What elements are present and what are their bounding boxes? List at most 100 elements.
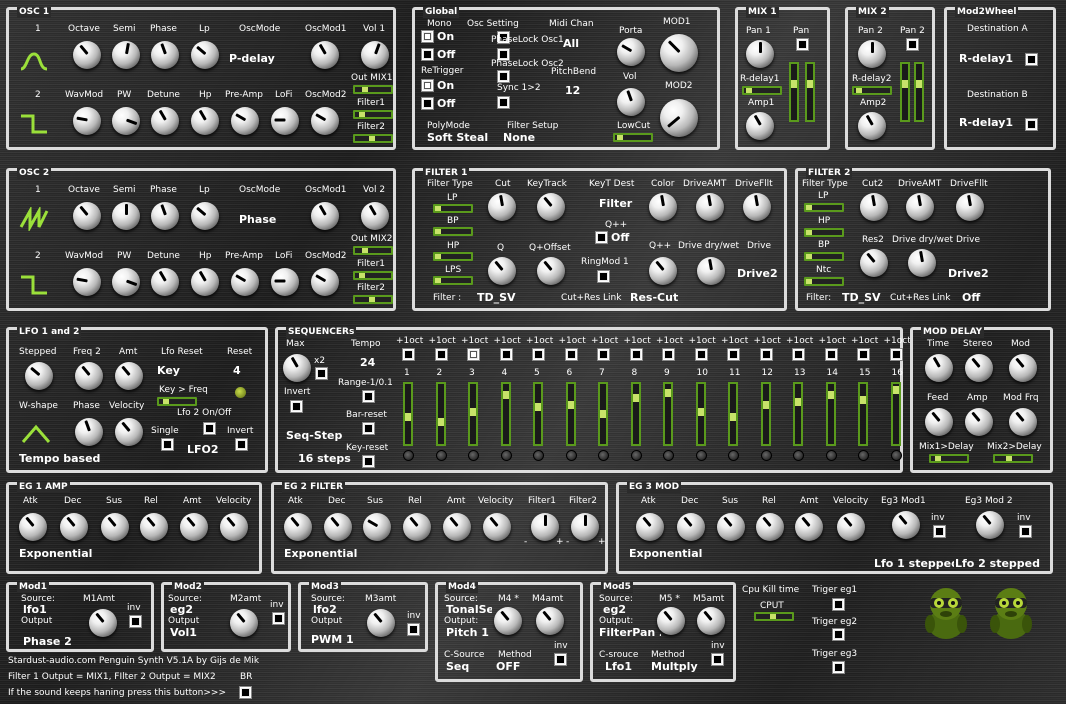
delay-mix1-slider[interactable]: [929, 454, 969, 463]
osc2-oscmod1-knob[interactable]: [311, 202, 339, 230]
eg1-velocity-knob[interactable]: [220, 513, 248, 541]
eg3-mod2-dest-value[interactable]: Lfo 2 stepped: [955, 557, 1043, 570]
filter1-keytrack-knob[interactable]: [537, 193, 565, 221]
filter1-lp-slider[interactable]: [433, 204, 473, 213]
seq-oct-button[interactable]: [759, 348, 773, 361]
seq-step-slider[interactable]: [858, 382, 868, 446]
seq-step-slider[interactable]: [890, 382, 901, 446]
filter1-hp-slider[interactable]: [433, 252, 473, 261]
seq-oct-button[interactable]: [824, 348, 838, 361]
seq-step-slider[interactable]: [565, 382, 576, 446]
filter1-qpp-button[interactable]: [595, 231, 608, 244]
filter1-ringmod-button[interactable]: [597, 270, 610, 283]
eg3-velocity-knob[interactable]: [837, 513, 865, 541]
filter2-cut2-knob[interactable]: [860, 193, 888, 221]
seq-keyreset-button[interactable]: [362, 455, 375, 468]
mix2-level-meter-left[interactable]: [900, 62, 910, 122]
mix2-pan2-knob[interactable]: [858, 40, 886, 68]
mod2-wheel-knob[interactable]: [660, 99, 698, 137]
osc1-oscmod2-knob[interactable]: [311, 107, 339, 135]
eg3-amt-knob[interactable]: [795, 513, 823, 541]
osc1-semi-knob[interactable]: [112, 41, 140, 69]
filter1-drive-value[interactable]: Drive2: [737, 267, 778, 280]
seq-step-slider[interactable]: [663, 382, 673, 446]
eg1-sus-knob[interactable]: [101, 513, 129, 541]
triangle-wave-icon[interactable]: [21, 422, 51, 446]
filter2-drivedw-knob[interactable]: [908, 249, 936, 277]
filter2-filter-value[interactable]: TD_SV: [842, 291, 881, 304]
dest-a-value[interactable]: R-delay1: [959, 52, 1013, 65]
mix1-pan1-knob[interactable]: [746, 40, 774, 68]
lfo-invert-button[interactable]: [235, 438, 248, 451]
seq-invert-button[interactable]: [290, 400, 303, 413]
mod4-source-value[interactable]: TonalSe: [446, 603, 492, 616]
seq-range-button[interactable]: [362, 390, 375, 403]
mix1-rdelay-slider[interactable]: [742, 86, 782, 95]
midi-chan-value[interactable]: All: [563, 37, 579, 50]
reset-sound-button[interactable]: [239, 686, 252, 699]
filter1-qpp2-knob[interactable]: [649, 257, 677, 285]
osc1-hp-knob[interactable]: [191, 107, 219, 135]
lfo-velocity-knob[interactable]: [115, 418, 143, 446]
osc1-lofi-knob[interactable]: [271, 107, 299, 135]
osc1-oscmode-value[interactable]: P-delay: [229, 52, 275, 65]
mix1-pan-button[interactable]: [796, 38, 809, 51]
mod5-output-value[interactable]: FilterPan 2: [599, 626, 661, 639]
eg2-curve-value[interactable]: Exponential: [284, 547, 357, 560]
filter1-keytdest-value[interactable]: Filter: [599, 197, 632, 210]
mod2-output-value[interactable]: Vol1: [170, 626, 197, 639]
osc1-filter1-slider[interactable]: [353, 110, 393, 119]
mono-off-button[interactable]: [421, 48, 434, 61]
mod4-csource-value[interactable]: Seq: [446, 660, 469, 673]
mod1-wheel-knob[interactable]: [660, 34, 698, 72]
delay-time-knob[interactable]: [925, 354, 953, 382]
osc2-vol2-knob[interactable]: [361, 202, 389, 230]
eg3-mod2-knob[interactable]: [976, 511, 1004, 539]
osc2-pw-knob[interactable]: [112, 268, 140, 296]
osc1-octave-knob[interactable]: [73, 41, 101, 69]
eg2-atk-knob[interactable]: [284, 513, 312, 541]
filter1-qoffset-knob[interactable]: [537, 257, 565, 285]
sine-wave-icon[interactable]: [19, 50, 49, 74]
seq-step-slider[interactable]: [435, 382, 446, 446]
eg1-amt-knob[interactable]: [180, 513, 208, 541]
seq-oct-button[interactable]: [727, 348, 740, 361]
lfo-freq2-knob[interactable]: [75, 362, 103, 390]
mod5-m5-knob[interactable]: [657, 607, 685, 635]
eg1-dec-knob[interactable]: [60, 513, 88, 541]
eg2-filter1-knob[interactable]: [531, 513, 559, 541]
filter1-q-knob[interactable]: [488, 257, 516, 285]
filter-setup-value[interactable]: None: [503, 131, 535, 144]
mix2-amp-knob[interactable]: [858, 112, 886, 140]
osc1-filter2-slider[interactable]: [353, 134, 393, 143]
delay-amp-knob[interactable]: [965, 408, 993, 436]
seq-oct-button[interactable]: [564, 348, 578, 361]
osc2-oscmod2-knob[interactable]: [311, 268, 339, 296]
eg3-rel-knob[interactable]: [756, 513, 784, 541]
mod3-inv-button[interactable]: [407, 623, 420, 636]
eg2-filter2-knob[interactable]: [571, 513, 599, 541]
osc2-filter1-slider[interactable]: [353, 271, 393, 280]
osc1-lp-knob[interactable]: [191, 41, 219, 69]
mod5-csource-value[interactable]: Lfo1: [605, 660, 632, 673]
mix2-level-meter-right[interactable]: [914, 62, 924, 122]
pitchbend-value[interactable]: 12: [565, 84, 580, 97]
mod2-amt-knob[interactable]: [230, 609, 258, 637]
seq-step-slider[interactable]: [630, 382, 641, 446]
mix1-level-meter-left[interactable]: [789, 62, 799, 122]
polymode-value[interactable]: Soft Steal: [427, 131, 488, 144]
mod4-m4-knob[interactable]: [494, 607, 522, 635]
osc2-outmix-slider[interactable]: [353, 246, 393, 255]
lfo2-value[interactable]: LFO2: [187, 443, 219, 456]
lfo-reset-count[interactable]: 4: [233, 364, 241, 377]
osc2-octave-knob[interactable]: [73, 202, 101, 230]
osc1-vol1-knob[interactable]: [361, 41, 389, 69]
seq-step-value[interactable]: Seq-Step: [286, 429, 342, 442]
filter1-drivedw-knob[interactable]: [697, 257, 725, 285]
filter1-driveflt-knob[interactable]: [743, 193, 771, 221]
lfo2-onoff-button[interactable]: [203, 422, 216, 435]
osc2-filter2-slider[interactable]: [353, 295, 393, 304]
filter2-ntc-slider[interactable]: [804, 277, 844, 286]
osc2-hp-knob[interactable]: [191, 268, 219, 296]
filter2-drive-value[interactable]: Drive2: [948, 267, 989, 280]
